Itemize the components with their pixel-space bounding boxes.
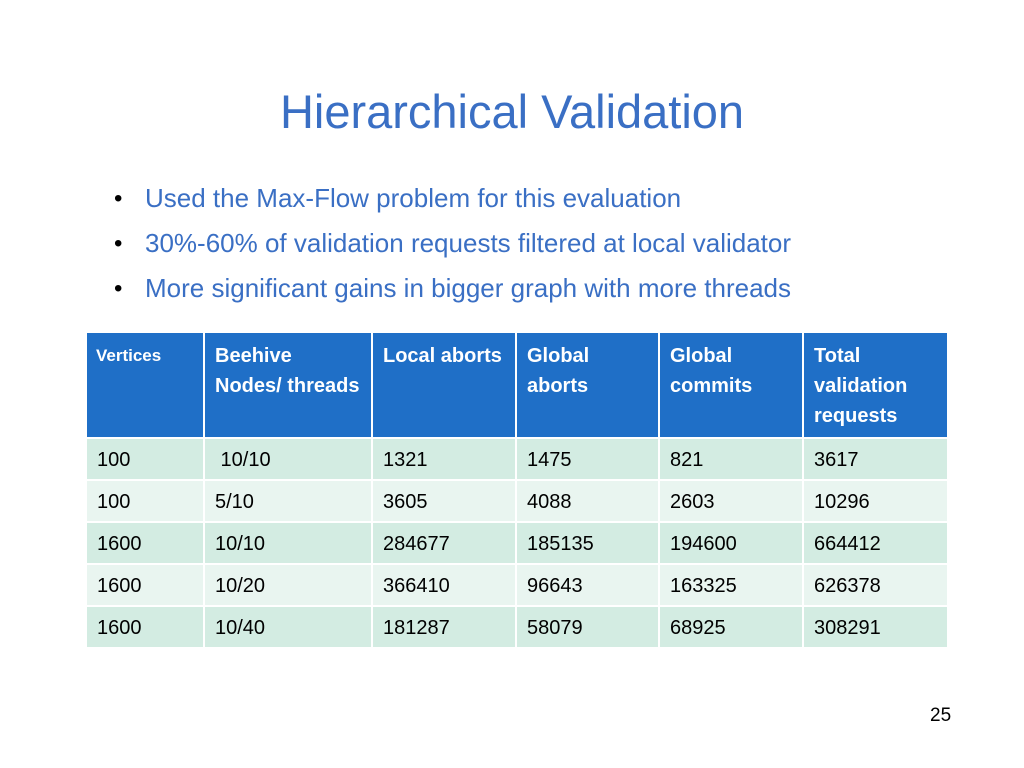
header-vertices: Vertices	[85, 331, 205, 439]
table-cell: 10/40	[203, 605, 373, 649]
bullet-item: • More significant gains in bigger graph…	[114, 266, 791, 311]
table-cell: 2603	[658, 479, 804, 523]
table-cell: 3617	[802, 437, 949, 481]
table-cell: 100	[85, 437, 205, 481]
table-cell: 821	[658, 437, 804, 481]
table-cell: 10296	[802, 479, 949, 523]
table-header-row: Vertices Beehive Nodes/ threads Local ab…	[85, 331, 949, 439]
table-cell: 194600	[658, 521, 804, 565]
table-cell: 664412	[802, 521, 949, 565]
table-cell: 1600	[85, 605, 205, 649]
table-cell: 4088	[515, 479, 660, 523]
table-cell: 58079	[515, 605, 660, 649]
bullet-item: • Used the Max-Flow problem for this eva…	[114, 176, 791, 221]
slide-title: Hierarchical Validation	[279, 85, 745, 138]
header-local-aborts: Local aborts	[371, 331, 517, 439]
table-cell: 68925	[658, 605, 804, 649]
page-number: 25	[930, 705, 952, 726]
table-row: 1600 10/10 284677 185135 194600 664412	[85, 521, 949, 565]
bullet-text: Used the Max-Flow problem for this evalu…	[145, 183, 682, 213]
table-cell: 308291	[802, 605, 949, 649]
table-cell: 1321	[371, 437, 517, 481]
header-beehive-nodes-threads: Beehive Nodes/ threads	[203, 331, 373, 439]
table-cell: 626378	[802, 563, 949, 607]
table-cell: 185135	[515, 521, 660, 565]
table-row: 1600 10/20 366410 96643 163325 626378	[85, 563, 949, 607]
results-table-container: Vertices Beehive Nodes/ threads Local ab…	[85, 331, 949, 649]
table-cell: 163325	[658, 563, 804, 607]
table-row: 1600 10/40 181287 58079 68925 308291	[85, 605, 949, 649]
table-row: 100 5/10 3605 4088 2603 10296	[85, 479, 949, 523]
bullet-text: More significant gains in bigger graph w…	[145, 273, 792, 303]
bullet-icon: •	[114, 230, 123, 257]
table-cell: 96643	[515, 563, 660, 607]
bullet-text: 30%-60% of validation requests filtered …	[145, 228, 792, 258]
bullet-icon: •	[114, 185, 123, 212]
header-total-validation-requests: Total validation requests	[802, 331, 949, 439]
header-global-commits: Global commits	[658, 331, 804, 439]
table-cell: 5/10	[203, 479, 373, 523]
table-cell: 181287	[371, 605, 517, 649]
bullet-list: • Used the Max-Flow problem for this eva…	[114, 176, 791, 311]
table-cell: 100	[85, 479, 205, 523]
table-cell: 10/10	[203, 437, 373, 481]
table-cell: 10/10	[203, 521, 373, 565]
table-cell: 3605	[371, 479, 517, 523]
table-cell: 10/20	[203, 563, 373, 607]
table-cell: 1600	[85, 563, 205, 607]
table-cell: 284677	[371, 521, 517, 565]
table-row: 100 10/10 1321 1475 821 3617	[85, 437, 949, 481]
bullet-item: • 30%-60% of validation requests filtere…	[114, 221, 791, 266]
header-global-aborts: Global aborts	[515, 331, 660, 439]
results-table: Vertices Beehive Nodes/ threads Local ab…	[85, 331, 949, 649]
table-cell: 366410	[371, 563, 517, 607]
table-cell: 1600	[85, 521, 205, 565]
bullet-icon: •	[114, 275, 123, 302]
table-cell: 1475	[515, 437, 660, 481]
